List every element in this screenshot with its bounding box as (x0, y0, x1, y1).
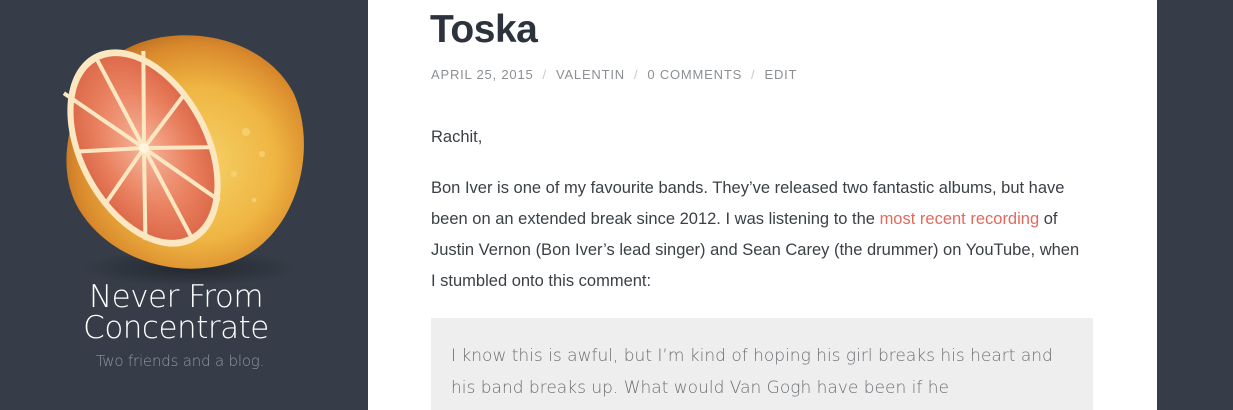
page: Never From Concentrate Two friends and a… (0, 0, 1233, 410)
recording-link[interactable]: most recent recording (880, 210, 1040, 228)
meta-separator: / (542, 67, 547, 82)
post-author-link[interactable]: VALENTIN (556, 67, 625, 82)
quote-text: I know this is awful, but I’m kind of ho… (451, 346, 1053, 398)
post-salutation: Rachit, (431, 128, 483, 146)
post-meta: APRIL 25, 2015 / VALENTIN / 0 COMMENTS / EDIT (431, 67, 797, 82)
post-paragraph: Bon Iver is one of my favourite bands. T… (431, 173, 1081, 297)
post-edit-link[interactable]: EDIT (764, 67, 797, 82)
meta-separator: / (751, 67, 756, 82)
site-title-line1: Never From (88, 279, 264, 315)
blockquote: I know this is awful, but I’m kind of ho… (431, 318, 1093, 410)
site-title[interactable]: Never From Concentrate (0, 282, 352, 344)
site-tagline: Two friends and a blog. (95, 352, 265, 370)
right-gutter (1157, 0, 1233, 410)
post-date-link[interactable]: APRIL 25, 2015 (431, 67, 534, 82)
post-content: Toska APRIL 25, 2015 / VALENTIN / 0 COMMENTS… (368, 0, 1157, 410)
sidebar: Never From Concentrate Two friends and a… (0, 0, 368, 410)
site-title-line2: Concentrate (83, 310, 269, 346)
post-title[interactable]: Toska (430, 8, 538, 52)
post-comments-link[interactable]: 0 COMMENTS (647, 67, 742, 82)
meta-separator: / (633, 67, 639, 82)
grapefruit-half-icon[interactable] (58, 24, 310, 288)
